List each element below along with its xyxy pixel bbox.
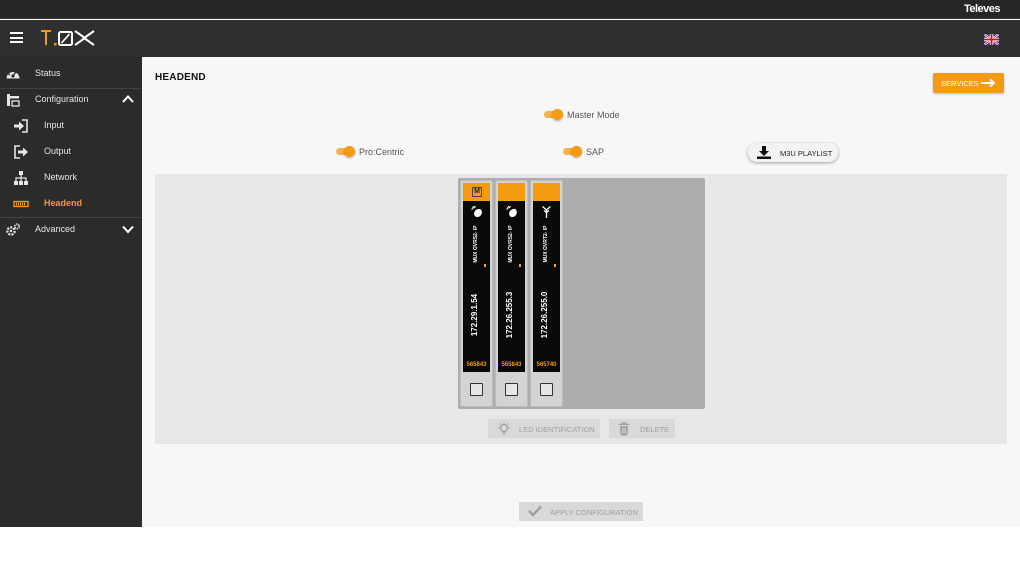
network-icon bbox=[14, 171, 28, 185]
sidebar-item-input[interactable]: Input bbox=[0, 113, 142, 139]
uk-flag-icon[interactable] bbox=[983, 32, 1000, 46]
module-checkbox[interactable] bbox=[470, 383, 483, 396]
master-mode-label: Master Mode bbox=[567, 110, 620, 120]
module-model: MUX OVRT2- IP bbox=[543, 225, 549, 263]
module-serial: 565843 bbox=[466, 362, 487, 368]
module-slot-1[interactable]: M MUX OVRS2- IP 172.29.1.54 565843 bbox=[460, 180, 493, 407]
module-slot-2[interactable]: MUX OVRS2- IP 172.26.255.3 565843 bbox=[495, 180, 528, 407]
sidebar-item-output[interactable]: Output bbox=[0, 139, 142, 165]
sidebar-item-network[interactable]: Network bbox=[0, 165, 142, 191]
module-header bbox=[498, 183, 525, 201]
status-led bbox=[554, 264, 556, 267]
antenna-icon bbox=[542, 206, 551, 218]
sidebar-item-label: Headend bbox=[44, 198, 83, 208]
sign-in-icon bbox=[14, 119, 28, 133]
sidebar-item-headend[interactable]: Headend bbox=[0, 191, 142, 217]
tox-logo bbox=[40, 26, 96, 55]
module-header: M bbox=[463, 183, 490, 201]
headend-rack: M MUX OVRS2- IP 172.29.1.54 565843 MUX O… bbox=[458, 178, 705, 409]
module-model: MUX OVRS2- IP bbox=[508, 225, 514, 263]
sidebar-item-label: Network bbox=[44, 172, 78, 182]
services-button-label: SERVICES bbox=[941, 79, 979, 88]
master-badge: M bbox=[472, 187, 482, 197]
sidebar-item-configuration[interactable]: Configuration bbox=[0, 87, 142, 113]
satellite-dish-icon bbox=[506, 206, 517, 218]
module-checkbox[interactable] bbox=[540, 383, 553, 396]
delete-button[interactable]: DELETE bbox=[609, 419, 675, 438]
module-header bbox=[533, 183, 560, 201]
cogs-icon bbox=[6, 223, 21, 236]
apply-configuration-label: APPLY CONFIGURATION bbox=[550, 508, 638, 517]
module-ip: 172.26.255.3 bbox=[505, 291, 514, 339]
module-checkbox[interactable] bbox=[505, 383, 518, 396]
sidebar-item-advanced[interactable]: Advanced bbox=[0, 217, 142, 243]
sidebar-item-label: Status bbox=[35, 68, 61, 78]
menu-icon[interactable] bbox=[10, 32, 23, 43]
pro-centric-toggle[interactable] bbox=[336, 146, 355, 157]
led-identification-label: LED IDENTIFICATION bbox=[519, 425, 595, 434]
lightbulb-icon bbox=[498, 422, 510, 435]
headend-panel: M MUX OVRS2- IP 172.29.1.54 565843 MUX O… bbox=[155, 174, 1007, 444]
sidebar-item-label: Advanced bbox=[35, 224, 76, 234]
module-body: MUX OVRS2- IP 172.26.255.3 565843 bbox=[498, 201, 525, 372]
status-led bbox=[484, 264, 486, 267]
module-serial: 565740 bbox=[536, 362, 557, 368]
module-ip: 172.29.1.54 bbox=[470, 293, 479, 337]
app-window: Televes Status Configuration Input Outpu… bbox=[0, 0, 1020, 527]
arrow-right-icon bbox=[981, 78, 996, 88]
brand-logo: Televes bbox=[963, 3, 1001, 15]
sap-label: SAP bbox=[586, 147, 605, 157]
led-identification-button[interactable]: LED IDENTIFICATION bbox=[488, 419, 600, 438]
chevron-up-icon[interactable] bbox=[122, 94, 134, 104]
module-ip: 172.26.255.0 bbox=[540, 291, 549, 339]
sidebar-item-status[interactable]: Status bbox=[0, 61, 142, 87]
sidebar-item-label: Output bbox=[44, 146, 72, 156]
module-slot-3[interactable]: MUX OVRT2- IP 172.26.255.0 565740 bbox=[530, 180, 563, 407]
pro-centric-label: Pro:Centric bbox=[359, 147, 405, 157]
delete-label: DELETE bbox=[640, 425, 670, 434]
m3u-playlist-label: M3U PLAYLIST bbox=[780, 149, 833, 158]
main-content: HEADEND SERVICES Master Mode Pro:Centric… bbox=[142, 57, 1020, 527]
sidebar: Status Configuration Input Output Networ… bbox=[0, 57, 142, 527]
header-bar bbox=[0, 20, 1020, 57]
module-body: MUX OVRS2- IP 172.29.1.54 565843 bbox=[463, 201, 490, 372]
m3u-playlist-button[interactable]: M3U PLAYLIST bbox=[748, 143, 838, 162]
satellite-dish-icon bbox=[471, 206, 482, 218]
download-icon bbox=[757, 146, 771, 159]
dashboard-icon bbox=[6, 69, 20, 79]
headend-icon bbox=[13, 200, 29, 208]
chevron-down-icon[interactable] bbox=[122, 224, 134, 234]
module-model: MUX OVRS2- IP bbox=[473, 225, 479, 263]
top-strip: Televes bbox=[0, 0, 1020, 19]
trash-icon bbox=[618, 422, 630, 436]
apply-configuration-button[interactable]: APPLY CONFIGURATION bbox=[519, 502, 643, 521]
status-led bbox=[519, 264, 521, 267]
sign-out-icon bbox=[14, 145, 28, 159]
sidebar-item-label: Input bbox=[44, 120, 65, 130]
sidebar-item-label: Configuration bbox=[35, 94, 89, 104]
module-serial: 565843 bbox=[501, 362, 522, 368]
sap-toggle[interactable] bbox=[563, 146, 582, 157]
master-mode-toggle[interactable] bbox=[544, 109, 563, 120]
page-title: HEADEND bbox=[155, 72, 206, 83]
module-body: MUX OVRT2- IP 172.26.255.0 565740 bbox=[533, 201, 560, 372]
checkmark-icon bbox=[528, 505, 542, 517]
services-button[interactable]: SERVICES bbox=[933, 73, 1004, 93]
configuration-icon bbox=[7, 94, 20, 107]
